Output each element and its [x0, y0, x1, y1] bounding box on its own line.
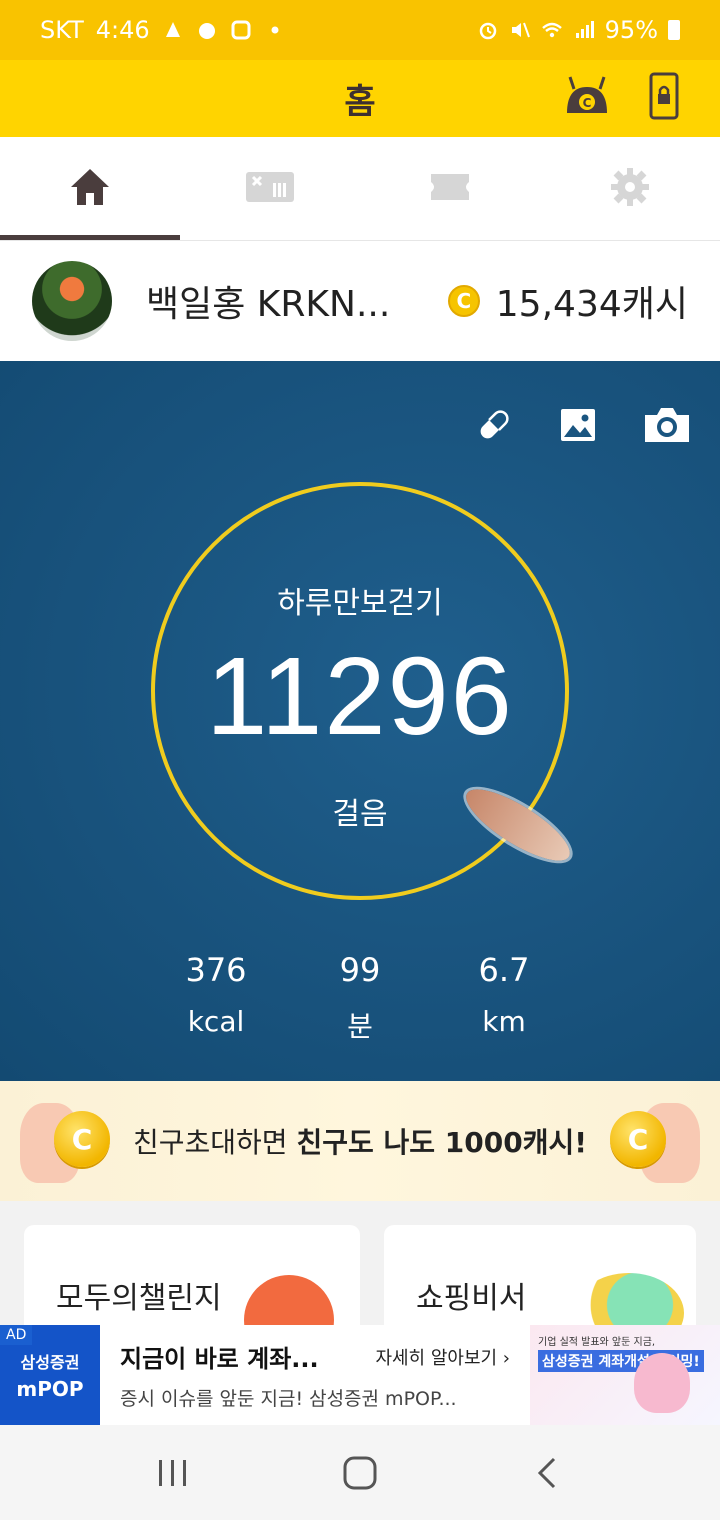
step-counter-card: 하루만보걷기 11296 걸음 376 kcal 99 분 6.7 km: [0, 361, 720, 1081]
tab-gift[interactable]: [180, 137, 360, 240]
stat-unit: kcal: [187, 1005, 245, 1038]
alarm-icon: [477, 19, 499, 41]
tab-ticket[interactable]: [360, 137, 540, 240]
tab-settings[interactable]: [540, 137, 720, 240]
system-nav-bar: [0, 1425, 720, 1520]
home-button[interactable]: [330, 1443, 390, 1503]
signal-icon: [573, 19, 595, 41]
ad-headline: 지금이 바로 계좌...: [120, 1345, 319, 1373]
stat-value: 376: [185, 951, 247, 989]
ticket-icon: [429, 172, 471, 206]
stats-row: 376 kcal 99 분 6.7 km: [0, 951, 720, 1045]
mute-icon: [509, 19, 531, 41]
stat-minutes: 99 분: [288, 951, 432, 1045]
pill-icon[interactable]: [474, 405, 514, 449]
profile-row[interactable]: 백일홍 KRKN... C 15,434캐시: [0, 241, 720, 361]
goal-label: 하루만보걷기: [277, 586, 443, 621]
ad-thumbnail[interactable]: 기업 실적 발표와 앞둔 지금, 삼성증권 계좌개설 타이밍!: [530, 1325, 720, 1425]
bunny-mascot-image: [634, 1353, 690, 1413]
recent-apps-icon: [159, 1459, 187, 1486]
invite-text-bold: 친구도 나도 1000캐시!: [296, 1126, 587, 1159]
stat-value: 99: [339, 951, 381, 989]
wifi-icon: [541, 19, 563, 41]
svg-text:C: C: [583, 96, 592, 110]
lock-screen-icon[interactable]: [648, 72, 680, 124]
notification-icon: [162, 19, 184, 41]
invite-banner[interactable]: C 친구초대하면 친구도 나도 1000캐시! C: [0, 1081, 720, 1201]
ad-logo-line1: 삼성증권: [20, 1353, 80, 1372]
ad-content: 지금이 바로 계좌... 자세히 알아보기 › 증시 이슈를 앞둔 지금! 삼성…: [100, 1339, 510, 1411]
coin-left-icon: C: [54, 1111, 110, 1167]
stat-unit: 분: [347, 1010, 373, 1043]
clock: 4:46: [95, 16, 150, 44]
avatar[interactable]: [32, 261, 112, 341]
step-unit: 걸음: [332, 797, 388, 832]
home-icon: [69, 167, 111, 211]
battery-percent: 95%: [604, 16, 658, 44]
recent-apps-button[interactable]: [143, 1443, 203, 1503]
invite-text-normal: 친구초대하면: [133, 1126, 297, 1159]
carrier-label: SKT: [40, 16, 84, 44]
coin-icon: C: [447, 285, 480, 317]
coin-right-icon: C: [610, 1111, 666, 1167]
app-bar: 홈 C: [0, 60, 720, 137]
stat-value: 6.7: [478, 951, 530, 989]
stat-calories: 376 kcal: [144, 951, 288, 1045]
home-nav-icon: [343, 1456, 377, 1489]
notification-icon-3: [230, 19, 252, 41]
stat-unit: km: [482, 1005, 526, 1038]
notification-icon-2: [196, 19, 218, 41]
back-button[interactable]: [517, 1443, 577, 1503]
gift-card-icon: [245, 169, 295, 209]
camera-icon[interactable]: [642, 405, 692, 449]
ad-logo-line2: mPOP: [16, 1377, 84, 1401]
page-title: 홈: [344, 82, 376, 122]
cash-balance[interactable]: C 15,434캐시: [447, 275, 688, 327]
status-bar: SKT 4:46 95%: [0, 0, 720, 60]
cash-amount: 15,434캐시: [495, 284, 688, 325]
ad-description: 증시 이슈를 앞둔 지금! 삼성증권 mPOP...: [120, 1388, 457, 1410]
user-name: 백일홍 KRKN...: [146, 284, 391, 325]
dot-icon: [264, 19, 286, 41]
step-count: 11296: [206, 635, 514, 758]
ad-tag: AD: [0, 1325, 33, 1345]
shopping-title: 쇼핑비서: [416, 1281, 527, 1316]
invite-text: 친구초대하면 친구도 나도 1000캐시!: [133, 1121, 587, 1161]
gear-icon: [610, 167, 650, 211]
stat-distance: 6.7 km: [432, 951, 576, 1045]
ad-thumb-line1: 기업 실적 발표와 앞둔 지금,: [538, 1337, 656, 1348]
challenge-title: 모두의챌린지: [56, 1281, 222, 1316]
ad-banner[interactable]: AD 삼성증권 mPOP 지금이 바로 계좌... 자세히 알아보기 › 증시 …: [0, 1325, 720, 1425]
cash-mascot-icon[interactable]: C: [562, 73, 612, 123]
back-icon: [537, 1457, 555, 1488]
ad-more-link[interactable]: 자세히 알아보기 ›: [375, 1344, 510, 1370]
battery-icon: [668, 20, 680, 40]
tab-home[interactable]: [0, 137, 180, 240]
gallery-icon[interactable]: [558, 405, 598, 449]
tab-bar: [0, 137, 720, 241]
